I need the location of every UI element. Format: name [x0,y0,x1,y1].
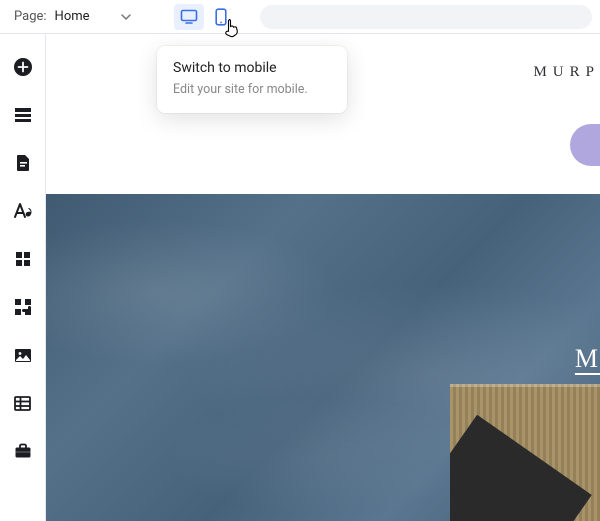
tooltip-title: Switch to mobile [173,60,331,76]
mobile-button[interactable] [206,4,236,30]
page-icon [15,154,31,172]
grid-icon [15,251,31,267]
tooltip-subtitle: Edit your site for mobile. [173,82,331,97]
hero-heading-fragment: M [575,344,600,374]
search-input[interactable] [260,5,592,29]
sidebar-tool-sections[interactable] [12,104,34,126]
plus-circle-icon [13,57,33,77]
hero-image-card [450,384,600,521]
sections-icon [14,107,32,123]
page-value: Home [55,9,90,24]
page-selector[interactable]: Page: Home [8,5,138,28]
sidebar-tool-data[interactable] [12,392,34,414]
sidebar-tool-media[interactable] [12,344,34,366]
device-toggle-group [174,4,236,30]
site-brand-text: MURP [533,64,600,81]
briefcase-icon [14,443,32,459]
decorative-accent [570,124,600,166]
desktop-icon [180,9,198,25]
sidebar-tool-business[interactable] [12,440,34,462]
mobile-icon [215,8,227,26]
mobile-tooltip: Switch to mobile Edit your site for mobi… [157,46,347,113]
table-icon [14,396,31,411]
page-label: Page: [14,9,47,24]
typography-icon [13,202,33,220]
chevron-down-icon [120,11,132,23]
sidebar-tool-add[interactable] [12,56,34,78]
sidebar-tool-pages[interactable] [12,152,34,174]
left-sidebar [0,34,46,521]
top-toolbar: Page: Home [0,0,600,34]
image-icon [14,348,32,363]
desktop-button[interactable] [174,4,204,30]
puzzle-icon [14,298,32,316]
sidebar-tool-typography[interactable] [12,200,34,222]
sidebar-tool-apps[interactable] [12,248,34,270]
sidebar-tool-app-market[interactable] [12,296,34,318]
editor-canvas[interactable]: Switch to mobile Edit your site for mobi… [46,34,600,521]
